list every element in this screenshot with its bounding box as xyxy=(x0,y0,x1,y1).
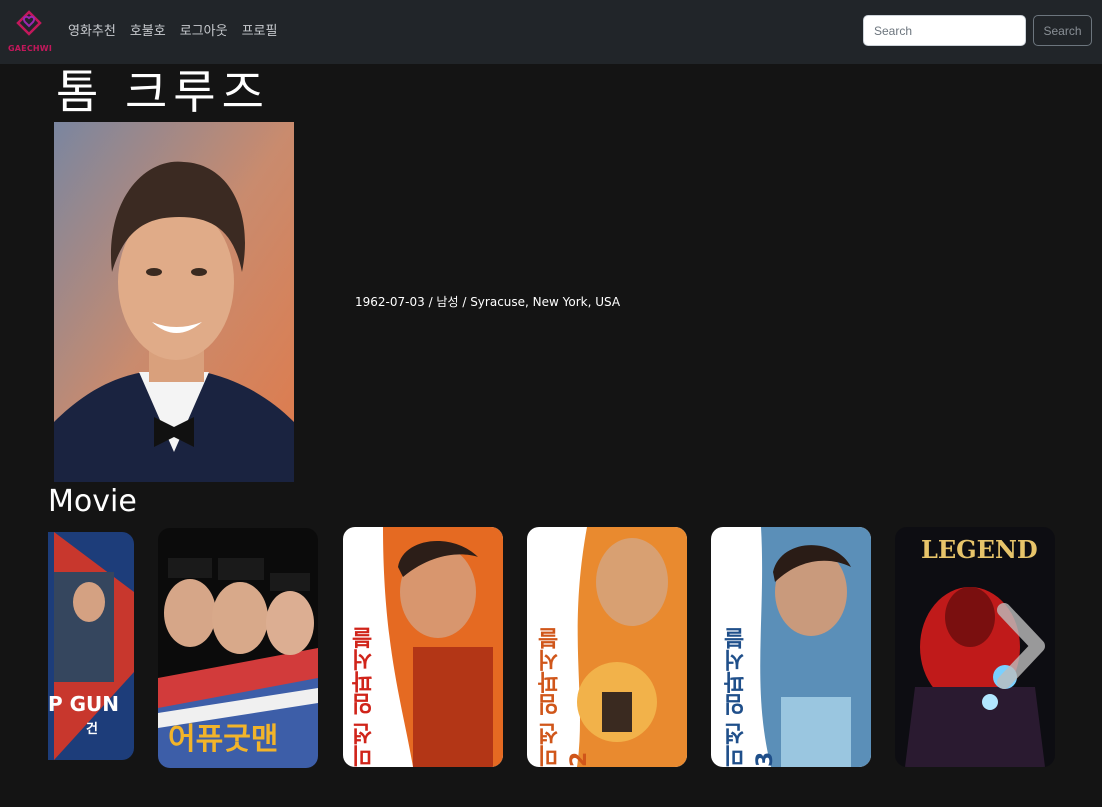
heart-logo-icon xyxy=(16,10,42,36)
person-birthplace: Syracuse, New York, USA xyxy=(470,295,621,309)
info-separator: / xyxy=(458,295,471,309)
person-info: 1962-07-03 / 남성 / Syracuse, New York, US… xyxy=(355,293,620,310)
poster-title: P GUN xyxy=(48,692,120,716)
search-button[interactable]: Search xyxy=(1033,15,1092,46)
nav-links: 영화추천 호불호 로그아웃 프로필 xyxy=(68,20,277,39)
nav-link-profile[interactable]: 프로필 xyxy=(242,20,278,39)
poster-title: 미션 임파서블 3 xyxy=(724,627,778,767)
info-separator: / xyxy=(424,295,437,309)
movie-poster-top-gun[interactable]: P GUN 건 xyxy=(48,532,134,760)
nav-link-like-dislike[interactable]: 호불호 xyxy=(130,20,166,39)
search-input[interactable] xyxy=(863,15,1026,46)
poster-title: 미션 임파서블 xyxy=(352,627,377,767)
chevron-right-icon xyxy=(997,603,1045,689)
person-birthday: 1962-07-03 xyxy=(355,295,425,309)
navbar: GAECHWI 영화추천 호불호 로그아웃 프로필 Search xyxy=(0,0,1102,64)
carousel-next-button[interactable] xyxy=(986,600,1056,692)
person-gender: 남성 xyxy=(436,295,459,309)
profile-photo xyxy=(54,122,294,482)
movie-poster-mission-impossible[interactable]: 미션 임파서블 xyxy=(343,527,503,767)
brand-logo[interactable]: GAECHWI xyxy=(8,6,52,56)
poster-title: LEGEND xyxy=(921,535,1038,564)
poster-title: 어퓨굿맨 xyxy=(168,722,279,757)
movie-section-title: Movie xyxy=(48,484,137,519)
movie-poster-mission-impossible-3[interactable]: 미션 임파서블 3 xyxy=(711,527,871,767)
poster-title: 미션 임파서블 2 xyxy=(538,627,592,767)
movie-carousel: P GUN 건 어퓨굿맨 미션 임파서블 미션 임파서블 2 미션 임파서블 3… xyxy=(48,526,1058,770)
nav-link-recommend[interactable]: 영화추천 xyxy=(68,20,116,39)
movie-poster-mission-impossible-2[interactable]: 미션 임파서블 2 xyxy=(527,527,687,767)
nav-link-logout[interactable]: 로그아웃 xyxy=(180,20,228,39)
poster-subtitle: 건 xyxy=(86,722,98,737)
person-name: 톰 크루즈 xyxy=(56,65,270,119)
brand-text: GAECHWI xyxy=(8,44,52,53)
movie-poster-a-few-good-men[interactable]: 어퓨굿맨 xyxy=(158,528,318,768)
